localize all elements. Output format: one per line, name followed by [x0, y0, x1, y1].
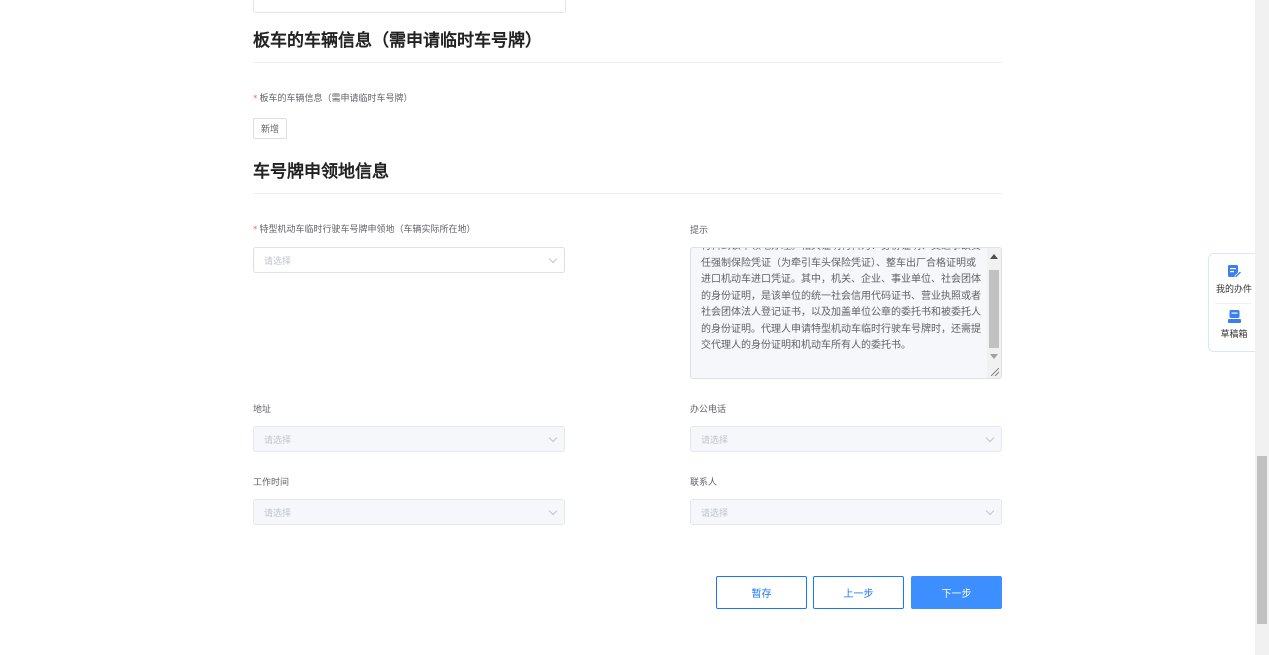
- prev-step-button[interactable]: 上一步: [813, 576, 904, 609]
- tip-label: 提示: [690, 226, 709, 236]
- tip-scrollbar[interactable]: [987, 248, 1001, 378]
- plate-location-label-text: 特型机动车临时行驶车号牌申领地（车辆实际所在地）: [259, 225, 476, 235]
- contact-select[interactable]: 请选择: [690, 499, 1002, 525]
- contact-placeholder: 请选择: [701, 508, 729, 519]
- add-trailer-button[interactable]: 新增: [253, 118, 287, 139]
- resize-grip-icon[interactable]: [991, 368, 999, 376]
- save-draft-button[interactable]: 暂存: [716, 576, 807, 609]
- hours-label: 工作时间: [253, 478, 290, 488]
- section-divider: [253, 62, 1002, 63]
- scroll-up-arrow-icon[interactable]: [990, 254, 998, 259]
- required-mark: *: [253, 94, 258, 104]
- section-divider: [253, 193, 1002, 194]
- plate-section-title: 车号牌申领地信息: [253, 162, 389, 182]
- chevron-down-icon: [985, 506, 995, 516]
- page-scroll-thumb[interactable]: [1257, 456, 1267, 624]
- required-mark: *: [253, 225, 258, 235]
- hours-placeholder: 请选择: [264, 508, 292, 519]
- page-scrollbar[interactable]: [1255, 0, 1269, 655]
- chevron-down-icon: [548, 433, 558, 443]
- phone-label: 办公电话: [690, 405, 727, 415]
- trailer-info-label: * 板车的车辆信息（需申请临时车号牌）: [253, 91, 413, 104]
- address-select[interactable]: 请选择: [253, 426, 565, 452]
- scroll-down-arrow-icon[interactable]: [990, 354, 998, 359]
- chevron-down-icon: [548, 506, 558, 516]
- previous-field-input[interactable]: [253, 0, 566, 13]
- address-label: 地址: [253, 405, 272, 415]
- tip-text: 材料到该申领地办理。相关证明材料为：身份证明、交通事故责任强制保险凭证（为牵引车…: [701, 248, 981, 351]
- plate-location-select[interactable]: 请选择: [253, 247, 565, 273]
- my-items-entry[interactable]: 我的办件: [1209, 264, 1259, 295]
- tip-textarea[interactable]: 材料到该申领地办理。相关证明材料为：身份证明、交通事故责任强制保险凭证（为牵引车…: [690, 247, 1002, 379]
- drafts-label: 草稿箱: [1220, 330, 1248, 340]
- phone-placeholder: 请选择: [701, 435, 729, 446]
- chevron-down-icon: [985, 433, 995, 443]
- drafts-box-icon: [1227, 309, 1242, 324]
- my-items-label: 我的办件: [1215, 285, 1252, 295]
- scroll-thumb[interactable]: [989, 270, 999, 348]
- trailer-info-label-text: 板车的车辆信息（需申请临时车号牌）: [259, 94, 413, 104]
- contact-label: 联系人: [690, 478, 718, 488]
- plate-location-label: * 特型机动车临时行驶车号牌申领地（车辆实际所在地）: [253, 222, 476, 235]
- phone-select[interactable]: 请选择: [690, 426, 1002, 452]
- hours-select[interactable]: 请选择: [253, 499, 565, 525]
- plate-location-placeholder: 请选择: [264, 256, 292, 267]
- floating-side-panel: 我的办件 草稿箱: [1208, 253, 1258, 352]
- trailer-section-title: 板车的车辆信息（需申请临时车号牌）: [253, 31, 542, 51]
- float-panel-divider: [1215, 303, 1252, 304]
- address-placeholder: 请选择: [264, 435, 292, 446]
- next-step-button[interactable]: 下一步: [911, 576, 1002, 609]
- edit-document-icon: [1227, 264, 1242, 279]
- drafts-entry[interactable]: 草稿箱: [1209, 309, 1259, 340]
- chevron-down-icon: [548, 254, 558, 264]
